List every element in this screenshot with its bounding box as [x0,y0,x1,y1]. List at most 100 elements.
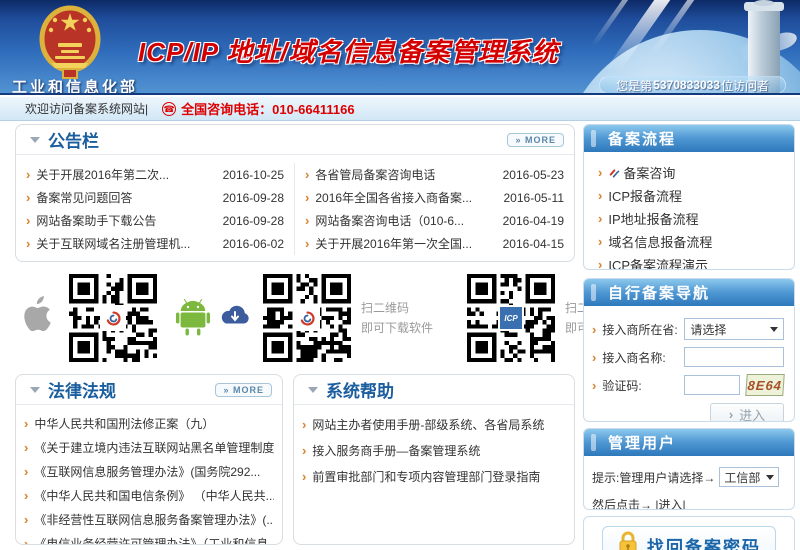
law-item[interactable]: ›《关于建立境内违法互联网站黑名单管理制度... [16,435,282,459]
announcement-item[interactable]: ›关于开展2016年第一次全国...2016-04-15 [305,232,564,255]
admin-users-title: 管理用户 [608,432,676,453]
lock-icon [617,531,639,550]
qr-code-android-download [263,274,351,362]
retrieve-password-button[interactable]: 找回备案密码 [602,526,776,550]
enter-button[interactable]: ›进入 [710,403,784,422]
help-item[interactable]: › 接入服务商手册—备案管理系统 [294,437,574,463]
arrow-bullet-icon: › [26,236,30,251]
announcement-item[interactable]: ›网站备案咨询电话（010-6...2016-04-19 [305,209,564,232]
announcement-item[interactable]: ›2016年全国各省接入商备案...2016-05-11 [305,186,564,209]
site-title: ICP/IP 地址/域名信息备案管理系统 [138,32,583,69]
hot-icon [608,166,621,179]
qr-center-logo-red [296,307,318,329]
arrow-bullet-icon: › [592,378,596,393]
arrow-bullet-icon: › [24,488,28,503]
process-link[interactable]: › 备案咨询 [598,161,794,184]
law-item[interactable]: ›中华人民共和国刑法修正案（九） [16,411,282,435]
laws-list: ›中华人民共和国刑法修正案（九） ›《关于建立境内违法互联网站黑名单管理制度..… [16,405,282,545]
announcement-date: 2016-05-23 [503,168,564,182]
process-link-label: 备案咨询 [623,163,675,182]
ministry-name: 工业和信息化部 [12,76,138,95]
laws-title: 法律法规 [48,377,116,402]
qr-code-ios-download [69,274,157,362]
help-item[interactable]: ›前置审批部门和专项内容管理部门登录指南 [294,463,574,489]
admin-enter-link[interactable]: |进入| [655,496,685,510]
admin-department-select[interactable]: 工信部 [719,467,779,487]
admin-hint-text: 提示:管理用户请选择→ [592,469,715,486]
process-link[interactable]: ›域名信息报备流程 [598,230,794,253]
law-item[interactable]: › 《互联网信息服务管理办法》(国务院292... [16,459,282,483]
process-link[interactable]: ›ICP报备流程 [598,184,794,207]
admin-department-value: 工信部 [724,469,760,486]
arrow-bullet-icon: › [26,213,30,228]
announcement-item[interactable]: ›各省管局备案咨询电话2016-05-23 [305,163,564,186]
process-link[interactable]: ›ICP备案流程演示 [598,253,794,270]
chevron-down-icon [770,327,778,332]
law-title: 《中华人民共和国电信条例》 （中华人民共... [34,487,274,504]
self-filing-nav-panel: 自行备案导航 › 接入商所在省: 请选择 › 接入商名称: › 验证码: 8E6… [583,278,795,422]
laws-panel: 法律法规 » MORE ›中华人民共和国刑法修正案（九） ›《关于建立境内违法互… [15,374,283,545]
announcement-title: 关于开展2016年第二次... [36,166,216,183]
visitor-prefix: 您是第 [616,77,652,94]
qr-logo-text: ICP [504,314,517,323]
province-select[interactable]: 请选择 [684,318,784,340]
announcements-header: 公告栏 » MORE [16,125,574,155]
law-item[interactable]: ›《电信业务经营许可管理办法》（工业和信息... [16,531,282,545]
laws-more-button[interactable]: » MORE [215,383,272,397]
arrow-bullet-icon: › [302,443,306,458]
arrow-bullet-icon: › [302,417,306,432]
announcement-item[interactable]: ›网站备案助手下载公告2016-09-28 [26,209,284,232]
announcement-title: 2016年全国各省接入商备案... [315,189,497,206]
arrow-bullet-icon: › [305,213,309,228]
arrow-bullet-icon: › [26,167,30,182]
qr-download-caption: 扫二维码 即可下载软件 [361,298,433,338]
isp-name-input[interactable] [684,347,784,367]
process-link[interactable]: ›IP地址报备流程 [598,207,794,230]
announcement-item[interactable]: ›备案常见问题回答2016-09-28 [26,186,284,209]
province-select-value: 请选择 [690,321,726,338]
law-title: 《非经营性互联网信息服务备案管理办法》(... [34,511,274,528]
admin-line2-text: 然后点击→ [592,496,652,510]
hotline-number: 010-66411166 [272,102,354,117]
arrow-bullet-icon: › [24,464,28,479]
enter-button-label: 进入 [739,405,765,423]
announcements-more-button[interactable]: » MORE [507,133,564,147]
announcement-item[interactable]: ›关于互联网域名注册管理机...2016-06-02 [26,232,284,255]
process-link-label: ICP备案流程演示 [608,255,708,270]
hotline-label: 全国咨询电话： [181,102,272,117]
welcome-bar: 欢迎访问备案系统网站| ☎ 全国咨询电话：010-66411166 [0,97,800,121]
admin-users-panel: 管理用户 提示:管理用户请选择→ 工信部 然后点击→ |进入| [583,428,795,510]
arrow-bullet-icon: › [302,469,306,484]
announcement-title: 关于互联网域名注册管理机... [36,235,216,252]
announcement-date: 2016-04-19 [503,214,564,228]
law-title: 《关于建立境内违法互联网站黑名单管理制度... [34,439,274,456]
enter-row: ›进入 [592,403,784,422]
help-item[interactable]: ›网站主办者使用手册-部级系统、各省局系统 [294,411,574,437]
announcements-right-column: ›各省管局备案咨询电话2016-05-23 ›2016年全国各省接入商备案...… [295,163,574,255]
arrow-bullet-icon: › [26,190,30,205]
law-item[interactable]: ›《非经营性互联网信息服务备案管理办法》(... [16,507,282,531]
caption-line: 即可下载软件 [361,318,433,338]
announcement-title: 各省管局备案咨询电话 [315,166,496,183]
captcha-input[interactable] [684,375,740,395]
self-filing-nav-header: 自行备案导航 [584,279,794,306]
announcement-date: 2016-05-11 [504,191,565,205]
announcement-date: 2016-10-25 [223,168,284,182]
qr-center-logo-red [102,307,124,329]
captcha-image[interactable]: 8E64 [746,374,785,396]
law-title: 《互联网信息服务管理办法》(国务院292... [34,463,260,480]
law-item[interactable]: › 《中华人民共和国电信条例》 （中华人民共... [16,483,282,507]
arrow-bullet-icon: › [598,165,602,180]
announcements-panel: 公告栏 » MORE › 关于开展2016年第二次... 2016-10-25 ›备… [15,124,575,262]
triangle-down-icon [30,137,40,143]
arrow-bullet-icon: › [598,234,602,249]
announcement-item[interactable]: › 关于开展2016年第二次... 2016-10-25 [26,163,284,186]
province-label: 接入商所在省: [602,321,684,338]
help-item-title: 接入服务商手册—备案管理系统 [312,442,480,459]
page: 工业和信息化部 ICP/IP 地址/域名信息备案管理系统 您是第53708330… [0,0,800,550]
welcome-text: 欢迎访问备案系统网站| [25,100,148,117]
national-emblem-logo [38,3,102,84]
province-row: › 接入商所在省: 请选择 [592,318,784,340]
help-title: 系统帮助 [326,377,394,402]
qr-code-section: 扫二维码 即可下载软件 ICP 扫二维码 即可关注 [15,268,575,368]
